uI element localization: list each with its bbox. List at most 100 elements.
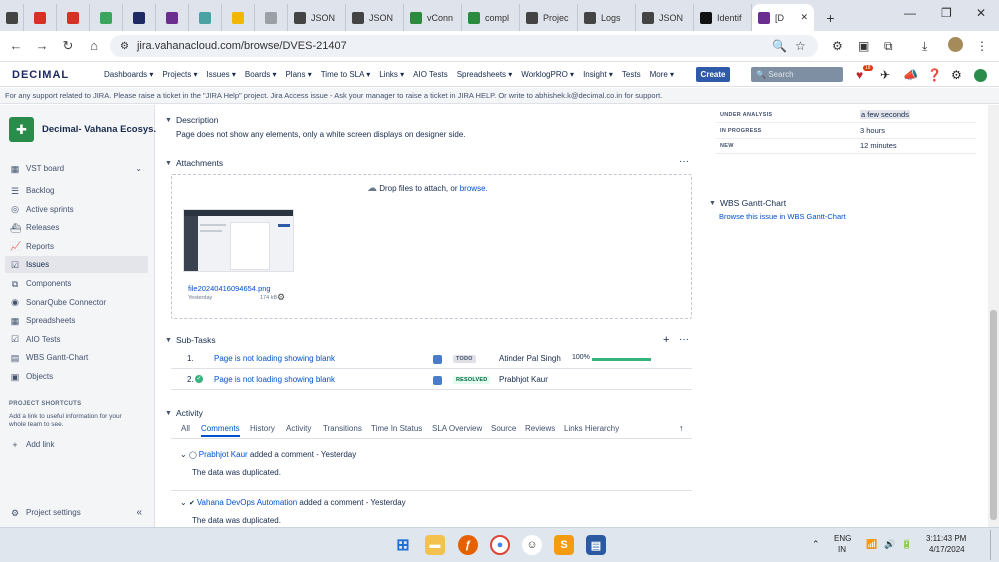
nav-menu-item[interactable]: AIO Tests — [413, 70, 448, 79]
sidebar-item-releases[interactable]: ⛴ Releases — [5, 219, 148, 236]
subtasks-toggle[interactable]: ▼ Sub-Tasks — [165, 335, 216, 345]
browser-tab[interactable]: compl — [462, 4, 520, 31]
nav-menu-item[interactable]: Links ▾ — [379, 70, 404, 79]
tab-source[interactable]: Source — [491, 424, 516, 433]
tab-time-in-status[interactable]: Time In Status — [371, 424, 422, 433]
subtask-title-link[interactable]: Page is not loading showing blank — [214, 354, 335, 363]
decimal-logo[interactable]: DECIMAL — [12, 69, 69, 81]
sidebar-item-backlog[interactable]: ☰ Backlog — [5, 182, 148, 199]
tab-close-icon[interactable]: ✕ — [800, 12, 808, 23]
sidebar-item-objects[interactable]: ▣ Objects — [5, 368, 148, 385]
show-desktop-button[interactable] — [990, 530, 995, 560]
forward-icon[interactable]: → — [34, 38, 50, 53]
browser-tab[interactable]: JSON — [636, 4, 694, 31]
gantt-browse-link[interactable]: Browse this issue in WBS Gantt-Chart — [719, 212, 846, 221]
browser-tab[interactable] — [222, 4, 255, 31]
board-selector[interactable]: ▦ VST board ⌄ — [5, 160, 148, 177]
subtask-title-link[interactable]: Page is not loading showing blank — [214, 375, 335, 384]
description-toggle[interactable]: ▼ Description — [165, 115, 218, 125]
comment-author-link[interactable]: Prabhjot Kaur — [199, 450, 248, 459]
announcement-icon[interactable]: 📣 — [903, 68, 918, 82]
tab-links-hierarchy[interactable]: Links Hierarchy — [564, 424, 619, 433]
tab-transitions[interactable]: Transitions — [323, 424, 362, 433]
settings-gear-icon[interactable]: ⚙ — [951, 68, 962, 82]
subtask-row[interactable]: 1. Page is not loading showing blank TODO A… — [171, 349, 692, 369]
sidebar-item-components[interactable]: ⧉ Components — [5, 275, 148, 292]
add-link-button[interactable]: + Add link — [5, 436, 148, 453]
tab-sla-overview[interactable]: SLA Overview — [432, 424, 482, 433]
comment-author-link[interactable]: Vahana DevOps Automation — [197, 498, 297, 507]
wifi-icon[interactable]: 📶 — [866, 539, 877, 550]
nav-menu-item[interactable]: WorklogPRO ▾ — [521, 70, 574, 79]
profile-avatar[interactable] — [948, 37, 963, 52]
new-tab-button[interactable]: + — [814, 4, 847, 31]
browser-tab[interactable]: Logs — [578, 4, 636, 31]
sidebar-item-active-sprints[interactable]: ◎ Active sprints — [5, 201, 148, 218]
project-avatar[interactable]: ✚ — [9, 117, 34, 142]
help-icon[interactable]: ❓ — [927, 68, 942, 82]
browser-tab[interactable] — [255, 4, 288, 31]
attachments-toggle[interactable]: ▼ Attachments — [165, 158, 223, 168]
sidebar-item-wbs-gantt-chart[interactable]: ▤ WBS Gantt-Chart — [5, 349, 148, 366]
gimp-icon[interactable]: ☺ — [522, 535, 542, 555]
browse-link[interactable]: browse. — [460, 184, 488, 193]
gantt-toggle[interactable]: ▼ WBS Gantt-Chart — [709, 198, 786, 208]
chrome-icon[interactable]: ● — [490, 535, 510, 555]
browser-tab[interactable] — [123, 4, 156, 31]
nav-menu-item[interactable]: Issues ▾ — [207, 70, 236, 79]
zoom-icon[interactable]: 🔍 — [772, 39, 787, 53]
attachments-more-icon[interactable]: ··· — [679, 156, 689, 167]
attachment-thumbnail[interactable] — [183, 209, 294, 272]
extension-gear-icon[interactable]: ⚙ — [832, 39, 843, 53]
activity-toggle[interactable]: ▼ Activity — [165, 408, 203, 418]
sidebar-item-sonarqube-connector[interactable]: ◉ SonarQube Connector — [5, 294, 148, 311]
url-input[interactable]: ⚙ jira.vahanacloud.com/browse/DVES-21407 — [110, 35, 818, 57]
chevron-down-icon[interactable]: ⌄ — [180, 450, 189, 459]
browser-tab[interactable]: JSON — [288, 4, 346, 31]
reload-icon[interactable]: ↻ — [60, 38, 76, 54]
bookmark-star-icon[interactable]: ☆ — [795, 39, 806, 53]
nav-menu-item[interactable]: More ▾ — [650, 70, 674, 79]
attachment-options-icon[interactable]: ⚙ — [277, 292, 285, 303]
browser-tab[interactable] — [189, 4, 222, 31]
extension-icon[interactable]: ▣ — [858, 39, 869, 53]
attachment-filename[interactable]: file20240416094654.png — [188, 284, 271, 293]
notifications-icon[interactable]: ♥ — [856, 68, 863, 82]
browser-tab[interactable] — [0, 4, 24, 31]
attachment-dropzone[interactable]: ☁ Drop files to attach, or browse. file2… — [171, 174, 692, 319]
tab-all[interactable]: All — [181, 424, 190, 433]
browser-tab[interactable]: vConn — [404, 4, 462, 31]
close-icon[interactable]: ✕ — [976, 6, 986, 20]
download-icon[interactable]: ⤓ — [922, 39, 927, 54]
minimize-icon[interactable]: — — [904, 6, 916, 20]
tab-activity[interactable]: Activity — [286, 424, 311, 433]
nav-menu-item[interactable]: Spreadsheets ▾ — [457, 70, 513, 79]
remote-desktop-icon[interactable]: ▤ — [586, 535, 606, 555]
tab-history[interactable]: History — [250, 424, 275, 433]
windows-start-icon[interactable]: ⊞ — [393, 535, 413, 555]
browser-tab[interactable]: Projec — [520, 4, 578, 31]
scrollbar-thumb[interactable] — [990, 310, 997, 520]
page-scrollbar[interactable] — [988, 105, 999, 527]
volume-icon[interactable]: 🔊 — [884, 539, 895, 550]
sidebar-item-spreadsheets[interactable]: ▦ Spreadsheets — [5, 312, 148, 329]
nav-menu-item[interactable]: Time to SLA ▾ — [321, 70, 371, 79]
puzzle-icon[interactable]: ⧉ — [884, 39, 893, 54]
collapse-sidebar-icon[interactable]: « — [136, 507, 142, 518]
home-icon[interactable]: ⌂ — [86, 38, 102, 53]
browser-tab[interactable]: [D ✕ — [752, 4, 814, 31]
project-settings-link[interactable]: ⚙ Project settings « — [5, 504, 148, 521]
create-button[interactable]: Create — [696, 67, 730, 82]
language-indicator[interactable]: ENG — [834, 534, 851, 543]
nav-menu-item[interactable]: Boards ▾ — [245, 70, 277, 79]
chevron-down-icon[interactable]: ⌄ — [180, 498, 189, 507]
restore-icon[interactable]: ❐ — [941, 6, 952, 20]
sort-order-icon[interactable]: ↑ — [679, 423, 684, 433]
nav-menu-item[interactable]: Tests — [622, 70, 641, 79]
browser-tab[interactable]: Identif — [694, 4, 752, 31]
nav-menu-item[interactable]: Dashboards ▾ — [104, 70, 153, 79]
back-icon[interactable]: ← — [8, 38, 24, 53]
browser-tab[interactable] — [156, 4, 189, 31]
nav-menu-item[interactable]: Insight ▾ — [583, 70, 613, 79]
tab-comments[interactable]: Comments — [201, 424, 240, 437]
